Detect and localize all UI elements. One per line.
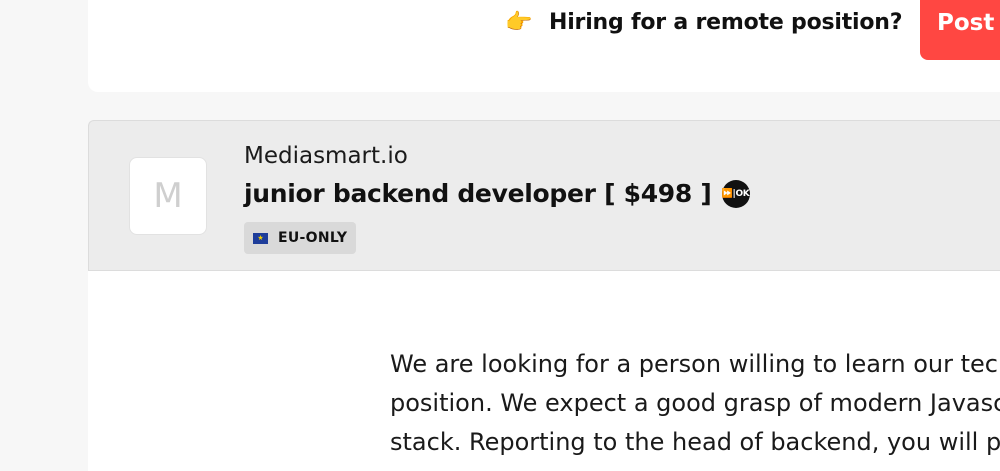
job-listing-row[interactable]: M Mediasmart.io junior backend developer… xyxy=(88,120,1000,271)
verified-ok-icon: ⏩|OK xyxy=(721,179,750,208)
location-tag-label: EU-ONLY xyxy=(278,230,348,246)
job-description-panel: We are looking for a person willing to l… xyxy=(88,271,1000,471)
job-title-line: junior backend developer [ $498 ] ⏩|OK xyxy=(244,179,750,208)
company-name[interactable]: Mediasmart.io xyxy=(244,143,408,169)
location-tag[interactable]: ★ EU-ONLY xyxy=(244,222,357,254)
description-line: We are looking for a person willing to l… xyxy=(390,350,1000,378)
pointing-hand-icon: 👉 xyxy=(505,10,533,35)
hiring-cta: 👉 Hiring for a remote position? xyxy=(505,10,903,35)
description-line: stack. Reporting to the head of backend,… xyxy=(390,428,1000,456)
job-description: We are looking for a person willing to l… xyxy=(390,345,1000,462)
company-logo: M xyxy=(129,157,207,235)
description-line: position. We expect a good grasp of mode… xyxy=(390,389,1000,417)
job-title[interactable]: junior backend developer [ $498 ] xyxy=(244,179,712,208)
post-job-button[interactable]: Post xyxy=(920,0,1000,60)
job-board-page: 👉 Hiring for a remote position? Post M M… xyxy=(0,0,1000,471)
hiring-prompt-text: Hiring for a remote position? xyxy=(549,10,903,35)
eu-flag-icon: ★ xyxy=(253,232,268,244)
